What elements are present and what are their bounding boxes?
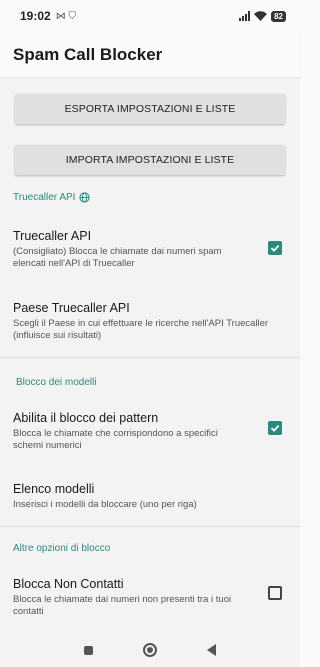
- pref-summary: Blocca le chiamate che corrispondono a s…: [13, 428, 218, 451]
- pref-title: Elenco modelli: [13, 482, 95, 496]
- section-header-other: Altre opzioni di blocco: [0, 543, 300, 554]
- app-title: Spam Call Blocker: [13, 44, 163, 64]
- pref-truecaller-country[interactable]: Paese Truecaller API Scegli il Paese in …: [0, 301, 300, 342]
- recents-icon[interactable]: [84, 645, 93, 655]
- pref-enable-patterns[interactable]: Abilita il blocco dei pattern Blocca le …: [0, 411, 300, 452]
- app-bar: Spam Call Blocker: [0, 32, 300, 78]
- divider: [0, 526, 300, 527]
- check-icon: [270, 244, 280, 252]
- back-icon[interactable]: [207, 644, 216, 656]
- section-title-truecaller: Truecaller API: [13, 192, 76, 203]
- pref-summary: Blocca le chiamate dai numeri non presen…: [13, 594, 232, 617]
- globe-icon: [79, 192, 91, 203]
- status-left: 19:02 ⋈ ⛉: [20, 9, 76, 23]
- system-nav-bar: [0, 633, 300, 667]
- wifi-icon: [254, 11, 268, 21]
- battery-icon: 82: [271, 10, 286, 22]
- section-title-other: Altre opzioni di blocco: [13, 543, 111, 554]
- check-icon: [270, 424, 280, 432]
- enable-patterns-checkbox[interactable]: [268, 421, 282, 435]
- status-bar: 19:02 ⋈ ⛉ 82: [0, 0, 300, 32]
- home-icon[interactable]: [143, 643, 157, 657]
- section-header-truecaller: Truecaller API: [0, 192, 300, 203]
- pref-summary: Scegli il Paese in cui effettuare le ric…: [13, 318, 269, 341]
- signal-icon: [239, 11, 251, 21]
- notification-icons: ⋈ ⛉: [55, 10, 76, 22]
- status-right: 82: [239, 10, 286, 22]
- status-time: 19:02: [20, 9, 51, 23]
- pref-title: Blocca Non Contatti: [13, 577, 124, 591]
- pref-truecaller-api[interactable]: Truecaller API (Consigliato) Blocca le c…: [0, 229, 300, 270]
- pref-summary: Inserisci i modelli da bloccare (uno per…: [13, 499, 197, 510]
- pref-title: Abilita il blocco dei pattern: [13, 411, 159, 425]
- block-noncontacts-checkbox[interactable]: [268, 586, 282, 600]
- section-title-patterns: Blocco dei modelli: [16, 377, 97, 388]
- truecaller-api-checkbox[interactable]: [268, 241, 282, 255]
- export-settings-button[interactable]: ESPORTA IMPOSTAZIONI E LISTE: [15, 94, 285, 124]
- divider: [0, 357, 300, 358]
- pref-block-noncontacts[interactable]: Blocca Non Contatti Blocca le chiamate d…: [0, 577, 300, 618]
- section-header-patterns: Blocco dei modelli: [0, 377, 300, 388]
- import-settings-button[interactable]: IMPORTA IMPOSTAZIONI E LISTE: [15, 145, 285, 175]
- settings-content[interactable]: ESPORTA IMPOSTAZIONI E LISTE IMPORTA IMP…: [0, 78, 300, 667]
- pref-pattern-list[interactable]: Elenco modelli Inserisci i modelli da bl…: [0, 482, 300, 511]
- pref-summary: (Consigliato) Blocca le chiamate dai num…: [13, 246, 222, 269]
- pref-title: Truecaller API: [13, 229, 92, 243]
- pref-title: Paese Truecaller API: [13, 301, 130, 315]
